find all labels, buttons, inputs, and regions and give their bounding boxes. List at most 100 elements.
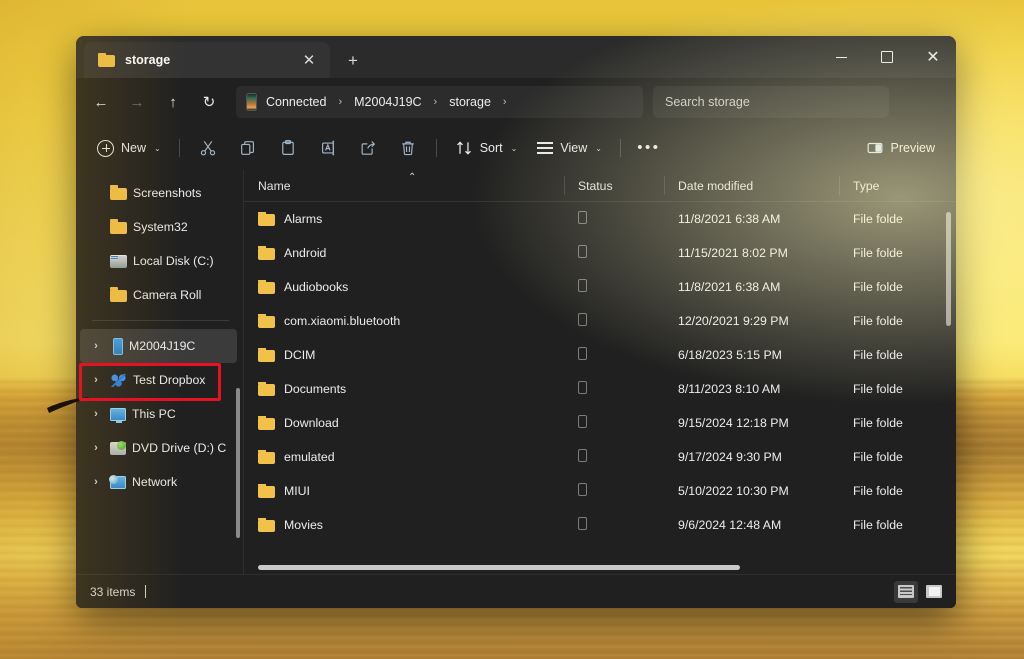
cell-name: Alarms xyxy=(244,212,564,227)
chevron-right-icon[interactable]: › xyxy=(88,476,104,488)
close-window-button[interactable]: ✕ xyxy=(910,36,956,78)
refresh-button[interactable]: ↻ xyxy=(192,86,226,118)
minimize-button[interactable] xyxy=(818,36,864,78)
table-row[interactable]: DCIM6/18/2023 5:15 PMFile folde xyxy=(244,338,956,372)
view-icon xyxy=(537,142,553,154)
close-tab-icon[interactable]: ✕ xyxy=(296,47,322,73)
chevron-right-icon[interactable]: › xyxy=(88,374,104,386)
cell-date-modified: 11/15/2021 8:02 PM xyxy=(664,246,839,260)
file-list-horizontal-scrollbar[interactable] xyxy=(258,563,928,571)
address-bar[interactable]: Connected › M2004J19C › storage › xyxy=(236,86,643,118)
sync-status-icon xyxy=(578,245,587,258)
share-button[interactable] xyxy=(349,132,387,164)
file-name-label: emulated xyxy=(284,450,335,464)
sync-status-icon xyxy=(578,347,587,360)
table-row[interactable]: Android11/15/2021 8:02 PMFile folde xyxy=(244,236,956,270)
more-options-button[interactable]: ••• xyxy=(630,132,668,164)
cut-button[interactable] xyxy=(189,132,227,164)
view-button[interactable]: View ⌄ xyxy=(528,132,611,164)
cut-icon xyxy=(199,139,217,157)
cell-type: File folde xyxy=(839,416,956,430)
search-input[interactable]: Search storage xyxy=(653,86,889,118)
cell-type: File folde xyxy=(839,450,956,464)
sidebar-item-system32[interactable]: System32 xyxy=(80,210,237,244)
large-icons-view-button[interactable] xyxy=(922,581,946,603)
chevron-right-icon[interactable]: › xyxy=(330,96,350,108)
table-row[interactable]: emulated 9/17/2024 9:30 PMFile folde xyxy=(244,440,956,474)
file-rows[interactable]: Alarms11/8/2021 6:38 AMFile foldeAndroid… xyxy=(244,202,956,574)
breadcrumb-storage[interactable]: storage xyxy=(449,95,491,109)
horizontal-scrollbar-thumb[interactable] xyxy=(258,565,740,570)
sync-status-icon xyxy=(578,313,587,326)
sidebar-scrollbar-thumb[interactable] xyxy=(236,388,240,538)
details-view-button[interactable] xyxy=(894,581,918,603)
delete-button[interactable] xyxy=(389,132,427,164)
column-header-status[interactable]: Status xyxy=(564,170,664,201)
table-row[interactable]: Audiobooks11/8/2021 6:38 AMFile folde xyxy=(244,270,956,304)
cell-type: File folde xyxy=(839,280,956,294)
cell-type: File folde xyxy=(839,382,956,396)
chevron-down-icon: ⌄ xyxy=(595,144,602,153)
folder-icon xyxy=(258,314,275,329)
preview-label: Preview xyxy=(891,141,935,155)
cell-type: File folde xyxy=(839,484,956,498)
cell-date-modified: 11/8/2021 6:38 AM xyxy=(664,280,839,294)
table-row[interactable]: com.xiaomi.bluetooth12/20/2021 9:29 PMFi… xyxy=(244,304,956,338)
sync-status-icon xyxy=(578,279,587,292)
sync-status-icon xyxy=(578,483,587,496)
table-row[interactable]: Download9/15/2024 12:18 PMFile folde xyxy=(244,406,956,440)
cell-status xyxy=(564,415,664,431)
sidebar-item-m2004j19c[interactable]: › M2004J19C xyxy=(80,329,237,363)
new-tab-button[interactable]: + xyxy=(340,47,366,73)
table-row[interactable]: Documents8/11/2023 8:10 AMFile folde xyxy=(244,372,956,406)
breadcrumb-connected[interactable]: Connected xyxy=(266,95,326,109)
column-header-date-modified[interactable]: Date modified xyxy=(664,170,839,201)
cell-status xyxy=(564,449,664,465)
cell-date-modified: 12/20/2021 9:29 PM xyxy=(664,314,839,328)
new-label: New xyxy=(121,141,146,155)
cell-date-modified: 11/8/2021 6:38 AM xyxy=(664,212,839,226)
sidebar-item-this-pc[interactable]: › This PC xyxy=(80,397,237,431)
column-header-type[interactable]: Type xyxy=(839,170,956,201)
sidebar-item-label: Screenshots xyxy=(133,186,201,200)
file-list-vertical-scrollbar-thumb[interactable] xyxy=(946,212,951,326)
sidebar-item-camera-roll[interactable]: Camera Roll xyxy=(80,278,237,312)
sidebar-item-network[interactable]: › Network xyxy=(80,465,237,499)
cell-name: Download xyxy=(244,416,564,431)
cell-status xyxy=(564,245,664,261)
sidebar-item-screenshots[interactable]: Screenshots xyxy=(80,176,237,210)
large-icons-view-icon xyxy=(926,585,942,598)
table-row[interactable]: Movies9/6/2024 12:48 AMFile folde xyxy=(244,508,956,542)
sort-icon xyxy=(455,139,473,157)
copy-button[interactable] xyxy=(229,132,267,164)
rename-button[interactable] xyxy=(309,132,347,164)
chevron-right-icon[interactable]: › xyxy=(88,408,104,420)
chevron-right-icon[interactable]: › xyxy=(495,96,515,108)
chevron-right-icon[interactable]: › xyxy=(88,442,104,454)
back-button[interactable]: ← xyxy=(84,86,118,118)
paste-button[interactable] xyxy=(269,132,307,164)
column-header-name[interactable]: Name xyxy=(244,170,564,201)
up-button[interactable]: ↑ xyxy=(156,86,190,118)
chevron-right-icon[interactable]: › xyxy=(426,96,446,108)
table-row[interactable]: MIUI5/10/2022 10:30 PMFile folde xyxy=(244,474,956,508)
breadcrumb-device[interactable]: M2004J19C xyxy=(354,95,421,109)
navigation-sidebar[interactable]: Screenshots System32 Local Disk (C:) Cam… xyxy=(76,170,244,574)
maximize-button[interactable] xyxy=(864,36,910,78)
cell-date-modified: 9/17/2024 9:30 PM xyxy=(664,450,839,464)
sidebar-item-test-dropbox[interactable]: › Test Dropbox xyxy=(80,363,237,397)
sort-button[interactable]: Sort ⌄ xyxy=(446,132,527,164)
chevron-right-icon[interactable]: › xyxy=(88,340,104,352)
file-name-label: Android xyxy=(284,246,326,260)
preview-button[interactable]: Preview xyxy=(857,132,944,164)
folder-icon xyxy=(258,382,275,397)
status-bar: 33 items xyxy=(76,574,956,608)
sidebar-item-local-disk-c[interactable]: Local Disk (C:) xyxy=(80,244,237,278)
sidebar-item-dvd-drive-d[interactable]: › DVD Drive (D:) C xyxy=(80,431,237,465)
table-row[interactable]: Alarms11/8/2021 6:38 AMFile folde xyxy=(244,202,956,236)
sync-status-icon xyxy=(578,381,587,394)
sidebar-item-label: Camera Roll xyxy=(133,288,201,302)
folder-icon xyxy=(258,280,275,295)
tab-storage[interactable]: storage ✕ xyxy=(84,42,330,78)
new-button[interactable]: New ⌄ xyxy=(88,132,170,164)
